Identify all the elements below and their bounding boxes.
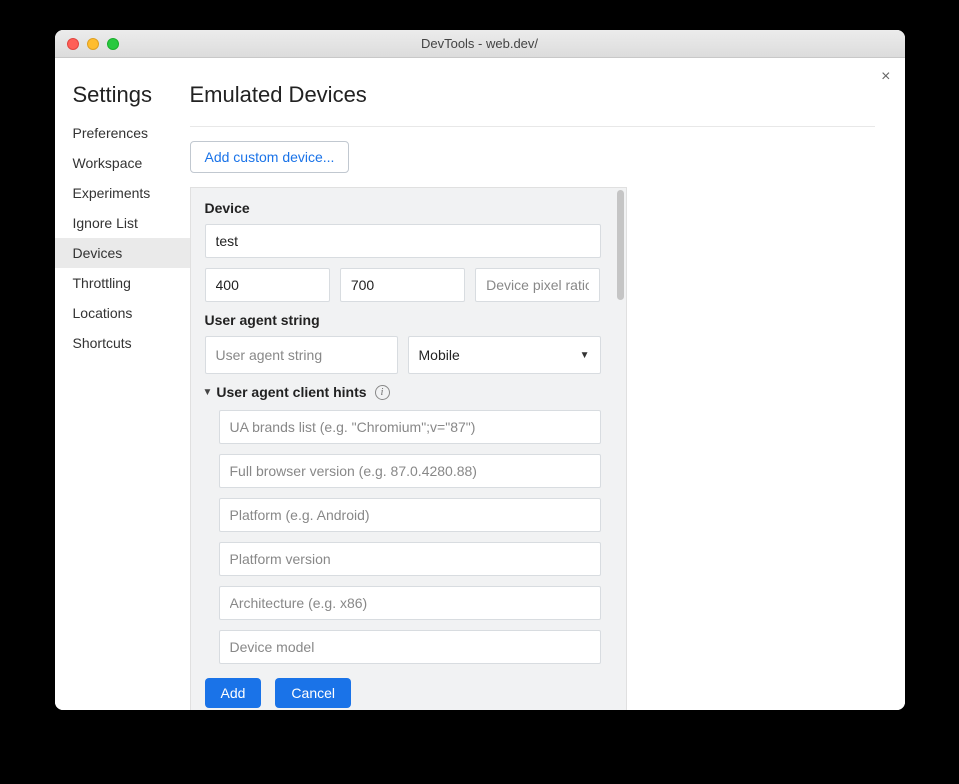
page-title: Emulated Devices — [190, 82, 875, 127]
device-section-label: Device — [205, 200, 601, 216]
ua-section-label: User agent string — [205, 312, 601, 328]
add-button[interactable]: Add — [205, 678, 262, 708]
sidebar-item-workspace[interactable]: Workspace — [55, 148, 190, 178]
architecture-input[interactable] — [219, 586, 601, 620]
content-area: × Settings Preferences Workspace Experim… — [55, 58, 905, 710]
window-minimize-button[interactable] — [87, 38, 99, 50]
device-width-input[interactable] — [205, 268, 330, 302]
device-height-input[interactable] — [340, 268, 465, 302]
platform-version-input[interactable] — [219, 542, 601, 576]
device-model-input[interactable] — [219, 630, 601, 664]
client-hints-disclosure[interactable]: ▼ User agent client hints i — [203, 384, 601, 400]
window-zoom-button[interactable] — [107, 38, 119, 50]
add-custom-device-button[interactable]: Add custom device... — [190, 141, 350, 173]
device-name-input[interactable] — [205, 224, 601, 258]
ua-type-value: Mobile — [419, 347, 460, 363]
chevron-down-icon: ▼ — [580, 350, 590, 361]
close-icon[interactable]: × — [881, 68, 890, 86]
form-buttons: Add Cancel — [205, 678, 601, 708]
client-hints-label: User agent client hints — [216, 384, 366, 400]
platform-input[interactable] — [219, 498, 601, 532]
sidebar: Settings Preferences Workspace Experimen… — [55, 58, 190, 710]
triangle-down-icon: ▼ — [203, 387, 213, 398]
main: Emulated Devices Add custom device... De… — [190, 58, 905, 710]
sidebar-item-preferences[interactable]: Preferences — [55, 118, 190, 148]
ua-type-select[interactable]: Mobile ▼ — [408, 336, 601, 374]
device-form: Device User agent string Mobile ▼ — [190, 187, 615, 710]
scrollbar[interactable] — [615, 187, 627, 710]
window: DevTools - web.dev/ × Settings Preferenc… — [55, 30, 905, 710]
cancel-button[interactable]: Cancel — [275, 678, 351, 708]
client-hints-group — [205, 410, 601, 674]
scrollbar-thumb[interactable] — [617, 190, 624, 300]
sidebar-item-ignore-list[interactable]: Ignore List — [55, 208, 190, 238]
full-version-input[interactable] — [219, 454, 601, 488]
sidebar-item-experiments[interactable]: Experiments — [55, 178, 190, 208]
device-form-container: Device User agent string Mobile ▼ — [190, 187, 875, 710]
sidebar-item-throttling[interactable]: Throttling — [55, 268, 190, 298]
ua-string-input[interactable] — [205, 336, 398, 374]
ua-brands-input[interactable] — [219, 410, 601, 444]
sidebar-title: Settings — [55, 82, 190, 118]
sidebar-item-locations[interactable]: Locations — [55, 298, 190, 328]
titlebar: DevTools - web.dev/ — [55, 30, 905, 58]
device-dpr-input[interactable] — [475, 268, 600, 302]
sidebar-item-shortcuts[interactable]: Shortcuts — [55, 328, 190, 358]
window-title: DevTools - web.dev/ — [55, 36, 905, 51]
window-close-button[interactable] — [67, 38, 79, 50]
sidebar-item-devices[interactable]: Devices — [55, 238, 190, 268]
traffic-lights — [55, 38, 119, 50]
info-icon[interactable]: i — [375, 385, 390, 400]
